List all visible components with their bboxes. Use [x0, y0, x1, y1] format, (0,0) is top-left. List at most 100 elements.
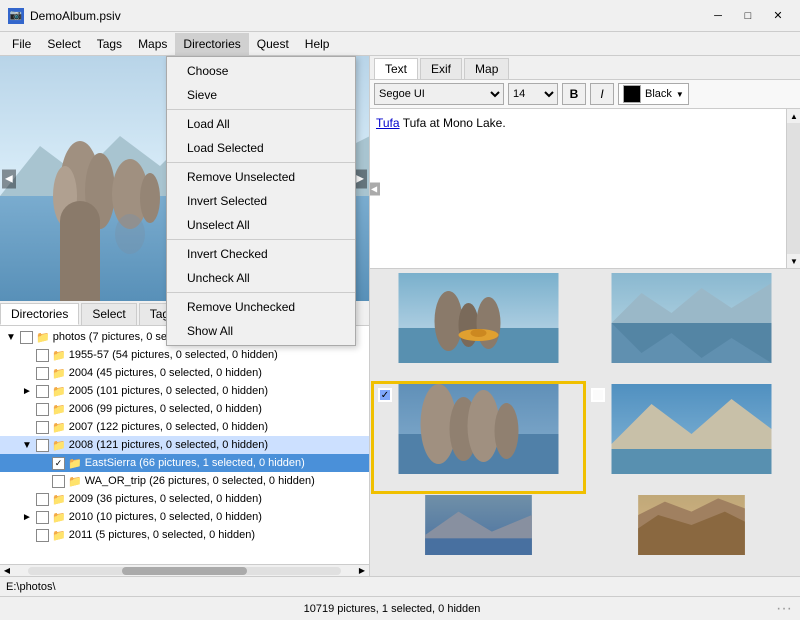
dropdown-sieve[interactable]: Sieve	[167, 83, 355, 107]
thumbnail-1[interactable]	[374, 273, 583, 380]
dir-item-1955[interactable]: 📁 1955-57 (54 pictures, 0 selected, 0 hi…	[0, 346, 369, 364]
thumb-checkbox-3[interactable]: ✓	[378, 388, 392, 402]
dir-item-2005[interactable]: ► 📁 2005 (101 pictures, 0 selected, 0 hi…	[0, 382, 369, 400]
scroll-left-btn[interactable]: ◀	[2, 169, 16, 188]
checkbox-2008[interactable]	[36, 439, 49, 452]
expand-2007[interactable]	[20, 420, 34, 434]
thumbnail-4[interactable]	[587, 384, 796, 491]
menu-directories[interactable]: Directories	[175, 33, 248, 55]
thumb-checkbox-4[interactable]	[591, 388, 605, 402]
checkbox-1955[interactable]	[36, 349, 49, 362]
folder-icon-2008: 📁	[52, 439, 66, 452]
dir-label-2006: 2006 (99 pictures, 0 selected, 0 hidden)	[69, 403, 262, 415]
color-label: Black	[645, 88, 672, 100]
font-family-select[interactable]: Segoe UI	[374, 83, 504, 105]
scroll-track[interactable]	[28, 567, 341, 575]
expand-2011[interactable]	[20, 528, 34, 542]
dropdown-load-all[interactable]: Load All	[167, 112, 355, 136]
thumbnail-5[interactable]	[374, 495, 583, 572]
dir-item-2009[interactable]: 📁 2009 (36 pictures, 0 selected, 0 hidde…	[0, 490, 369, 508]
dir-item-waortrip[interactable]: 📁 WA_OR_trip (26 pictures, 0 selected, 0…	[0, 472, 369, 490]
tab-text[interactable]: Text	[374, 58, 418, 79]
dropdown-load-selected[interactable]: Load Selected	[167, 136, 355, 160]
tab-exif[interactable]: Exif	[420, 58, 462, 79]
menu-quest[interactable]: Quest	[249, 33, 297, 55]
text-area-left-btn[interactable]: ◀	[370, 182, 380, 195]
close-button[interactable]: ✕	[764, 7, 792, 25]
tab-map[interactable]: Map	[464, 58, 509, 79]
dropdown-show-all[interactable]: Show All	[167, 319, 355, 343]
dropdown-uncheck-all[interactable]: Uncheck All	[167, 266, 355, 290]
dir-label-2010: 2010 (10 pictures, 0 selected, 0 hidden)	[69, 511, 262, 523]
dir-item-2004[interactable]: 📁 2004 (45 pictures, 0 selected, 0 hidde…	[0, 364, 369, 382]
scroll-right-track-btn[interactable]: ▶	[355, 565, 369, 577]
dropdown-remove-unselected[interactable]: Remove Unselected	[167, 165, 355, 189]
menu-select[interactable]: Select	[39, 33, 88, 55]
thumb-image-5	[374, 495, 583, 555]
dir-item-2011[interactable]: 📁 2011 (5 pictures, 0 selected, 0 hidden…	[0, 526, 369, 544]
vscroll-track[interactable]	[787, 123, 800, 254]
status-dots: ···	[776, 600, 792, 618]
bold-button[interactable]: B	[562, 83, 586, 105]
menu-file[interactable]: File	[4, 33, 39, 55]
expand-photos[interactable]: ▼	[4, 330, 18, 344]
scroll-left-track-btn[interactable]: ◀	[0, 565, 14, 577]
italic-button[interactable]: I	[590, 83, 614, 105]
dropdown-unselect-all[interactable]: Unselect All	[167, 213, 355, 237]
expand-2004[interactable]	[20, 366, 34, 380]
thumb-image-4	[587, 384, 796, 474]
expand-2006[interactable]	[20, 402, 34, 416]
checkbox-2010[interactable]	[36, 511, 49, 524]
menu-tags[interactable]: Tags	[89, 33, 130, 55]
menu-help[interactable]: Help	[297, 33, 338, 55]
vscroll-up-btn[interactable]: ▲	[787, 109, 800, 123]
checkbox-waortrip[interactable]	[52, 475, 65, 488]
dir-item-2010[interactable]: ► 📁 2010 (10 pictures, 0 selected, 0 hid…	[0, 508, 369, 526]
minimize-button[interactable]: ─	[704, 7, 732, 25]
expand-2005[interactable]: ►	[20, 384, 34, 398]
dir-item-2007[interactable]: 📁 2007 (122 pictures, 0 selected, 0 hidd…	[0, 418, 369, 436]
expand-eastsierra[interactable]	[36, 456, 50, 470]
dir-label-2007: 2007 (122 pictures, 0 selected, 0 hidden…	[69, 421, 268, 433]
text-vscrollbar: ▲ ▼	[786, 109, 800, 268]
separator-3	[167, 239, 355, 240]
thumbnail-grid: ✓	[370, 269, 800, 576]
menubar: File Select Tags Maps Directories Quest …	[0, 32, 800, 56]
thumbnail-3[interactable]: ✓	[374, 384, 583, 491]
expand-2008[interactable]: ▼	[20, 438, 34, 452]
checkbox-photos[interactable]	[20, 331, 33, 344]
checkbox-2007[interactable]	[36, 421, 49, 434]
menu-maps[interactable]: Maps	[130, 33, 175, 55]
text-formatting-toolbar: Segoe UI 14 B I Black ▼	[370, 80, 800, 109]
expand-2010[interactable]: ►	[20, 510, 34, 524]
dir-item-2008[interactable]: ▼ 📁 2008 (121 pictures, 0 selected, 0 hi…	[0, 436, 369, 454]
color-dropdown-arrow: ▼	[676, 90, 684, 99]
checkbox-2006[interactable]	[36, 403, 49, 416]
text-editor-container: Tufa Tufa at Mono Lake. ▲ ▼ ◀	[370, 109, 800, 269]
checkbox-2004[interactable]	[36, 367, 49, 380]
color-picker-dropdown[interactable]: Black ▼	[618, 83, 689, 105]
dropdown-invert-selected[interactable]: Invert Selected	[167, 189, 355, 213]
text-editor[interactable]: Tufa Tufa at Mono Lake.	[370, 109, 786, 268]
checkbox-2005[interactable]	[36, 385, 49, 398]
thumbnail-6[interactable]	[587, 495, 796, 572]
expand-1955[interactable]	[20, 348, 34, 362]
dropdown-invert-checked[interactable]: Invert Checked	[167, 242, 355, 266]
expand-waortrip[interactable]	[36, 474, 50, 488]
expand-2009[interactable]	[20, 492, 34, 506]
window-controls: ─ □ ✕	[704, 7, 792, 25]
checkbox-2011[interactable]	[36, 529, 49, 542]
dir-item-eastsierra[interactable]: ✓ 📁 EastSierra (66 pictures, 1 selected,…	[0, 454, 369, 472]
dropdown-choose[interactable]: Choose	[167, 59, 355, 83]
dir-item-2006[interactable]: 📁 2006 (99 pictures, 0 selected, 0 hidde…	[0, 400, 369, 418]
tab-directories[interactable]: Directories	[0, 303, 79, 325]
dropdown-remove-unchecked[interactable]: Remove Unchecked	[167, 295, 355, 319]
checkbox-2009[interactable]	[36, 493, 49, 506]
tab-select[interactable]: Select	[81, 303, 136, 325]
font-size-select[interactable]: 14	[508, 83, 558, 105]
thumb-image-6	[587, 495, 796, 555]
maximize-button[interactable]: □	[734, 7, 762, 25]
thumbnail-2[interactable]	[587, 273, 796, 380]
vscroll-down-btn[interactable]: ▼	[787, 254, 800, 268]
checkbox-eastsierra[interactable]: ✓	[52, 457, 65, 470]
